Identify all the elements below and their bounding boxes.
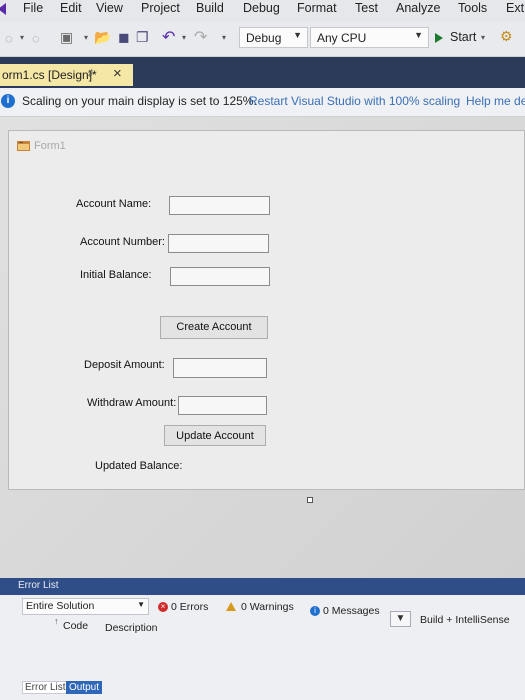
chevron-down-icon: ▼ bbox=[293, 30, 302, 40]
help-link[interactable]: Help me de bbox=[466, 94, 525, 108]
message-icon: i bbox=[310, 606, 320, 617]
restart-scaling-link[interactable]: Restart Visual Studio with 100% scaling bbox=[249, 94, 460, 108]
menu-bar: File Edit View Project Build Debug Forma… bbox=[0, 0, 525, 22]
back-arrow-icon[interactable] bbox=[0, 3, 6, 15]
withdraw-amount-label: Withdraw Amount: bbox=[87, 397, 177, 409]
warnings-count: 0 Warnings bbox=[241, 601, 294, 613]
form-icon bbox=[17, 141, 30, 151]
chevron-down-icon: ▼ bbox=[414, 30, 423, 40]
nav-dropdown-icon[interactable]: ▾ bbox=[20, 33, 24, 42]
new-project-icon[interactable]: ▣ bbox=[60, 29, 73, 46]
start-dropdown-icon[interactable]: ▾ bbox=[481, 33, 485, 42]
messages-count: 0 Messages bbox=[323, 605, 380, 617]
column-header-description[interactable]: Description bbox=[105, 622, 158, 634]
start-button[interactable]: Start bbox=[450, 30, 476, 44]
solution-config-select[interactable]: Debug ▼ bbox=[239, 27, 308, 48]
menu-edit[interactable]: Edit bbox=[60, 1, 82, 15]
menu-test[interactable]: Test bbox=[355, 1, 378, 15]
deposit-amount-label: Deposit Amount: bbox=[84, 359, 165, 371]
scaling-info-bar: i Scaling on your main display is set to… bbox=[0, 88, 525, 117]
form-resize-handle[interactable] bbox=[307, 497, 313, 503]
menu-analyze[interactable]: Analyze bbox=[396, 1, 440, 15]
error-scope-value: Entire Solution bbox=[26, 600, 95, 612]
deposit-amount-input[interactable] bbox=[173, 358, 267, 378]
error-scope-select[interactable]: Entire Solution ▼ bbox=[22, 598, 149, 615]
scaling-message: Scaling on your main display is set to 1… bbox=[22, 94, 257, 108]
menu-tools[interactable]: Tools bbox=[458, 1, 487, 15]
build-intellisense-select[interactable]: Build + IntelliSense bbox=[420, 614, 510, 626]
platform-value: Any CPU bbox=[317, 31, 367, 45]
info-icon: i bbox=[1, 94, 15, 108]
warnings-filter-button[interactable]: 0 Warnings bbox=[226, 601, 294, 621]
tab-form1-design[interactable]: orm1.cs [Design]* ♯ × bbox=[0, 64, 133, 86]
save-icon[interactable]: ◼ bbox=[118, 29, 130, 46]
menu-project[interactable]: Project bbox=[141, 1, 180, 15]
menu-view[interactable]: View bbox=[96, 1, 123, 15]
column-header-code[interactable]: Code bbox=[63, 620, 88, 632]
filter-icon[interactable]: ▼ bbox=[390, 611, 411, 627]
initial-balance-label: Initial Balance: bbox=[80, 269, 152, 281]
nav-forward-icon[interactable]: ◌ bbox=[32, 31, 40, 46]
menu-build[interactable]: Build bbox=[196, 1, 224, 15]
messages-filter-button[interactable]: i0 Messages bbox=[310, 605, 380, 625]
open-file-icon[interactable]: 📂 bbox=[94, 29, 111, 46]
errors-count: 0 Errors bbox=[171, 601, 209, 613]
save-all-icon[interactable]: ❐ bbox=[136, 29, 149, 46]
form1-window[interactable] bbox=[8, 130, 525, 490]
create-account-button[interactable]: Create Account bbox=[160, 316, 268, 339]
redo-icon[interactable]: ↷ bbox=[194, 27, 207, 47]
menu-extensions[interactable]: Ext bbox=[506, 1, 524, 15]
attach-process-icon[interactable]: ⚙ bbox=[500, 28, 513, 45]
sort-icon: ↑ bbox=[54, 616, 59, 626]
account-name-label: Account Name: bbox=[76, 198, 152, 210]
undo-icon[interactable]: ↶ bbox=[162, 27, 175, 47]
new-dropdown-icon[interactable]: ▾ bbox=[84, 33, 88, 42]
tab-error-list[interactable]: Error List bbox=[22, 681, 69, 694]
account-number-label: Account Number: bbox=[80, 236, 165, 248]
account-number-input[interactable] bbox=[168, 234, 269, 253]
redo-dropdown-icon[interactable]: ▾ bbox=[222, 33, 226, 42]
play-icon[interactable] bbox=[435, 33, 443, 43]
menu-file[interactable]: File bbox=[23, 1, 43, 15]
withdraw-amount-input[interactable] bbox=[178, 396, 267, 415]
tab-output[interactable]: Output bbox=[66, 681, 103, 694]
account-name-input[interactable] bbox=[169, 196, 270, 215]
errors-filter-button[interactable]: × 0 Errors bbox=[158, 601, 208, 621]
warning-icon bbox=[226, 602, 236, 611]
form-title: Form1 bbox=[34, 140, 66, 152]
chevron-down-icon: ▼ bbox=[137, 600, 145, 609]
undo-dropdown-icon[interactable]: ▾ bbox=[182, 33, 186, 42]
initial-balance-input[interactable] bbox=[170, 267, 270, 286]
platform-select[interactable]: Any CPU ▼ bbox=[310, 27, 429, 48]
toolbar: ◌ ▾ ◌ ▣ ▾ 📂 ◼ ❐ ↶ ▾ ↷ ▾ Debug ▼ Any CPU … bbox=[0, 22, 525, 57]
tab-form1-design-label: orm1.cs [Design]* bbox=[2, 68, 97, 82]
close-icon[interactable]: × bbox=[113, 65, 122, 82]
solution-config-value: Debug bbox=[246, 31, 282, 45]
pin-icon[interactable]: ♯ bbox=[88, 68, 93, 79]
update-account-button[interactable]: Update Account bbox=[164, 425, 266, 446]
error-list-title-bar bbox=[0, 578, 525, 595]
nav-back-icon[interactable]: ◌ bbox=[5, 31, 13, 46]
error-icon: × bbox=[158, 602, 168, 613]
error-list-title: Error List bbox=[18, 580, 59, 591]
menu-debug[interactable]: Debug bbox=[243, 1, 280, 15]
menu-format[interactable]: Format bbox=[297, 1, 337, 15]
updated-balance-label: Updated Balance: bbox=[95, 460, 183, 472]
